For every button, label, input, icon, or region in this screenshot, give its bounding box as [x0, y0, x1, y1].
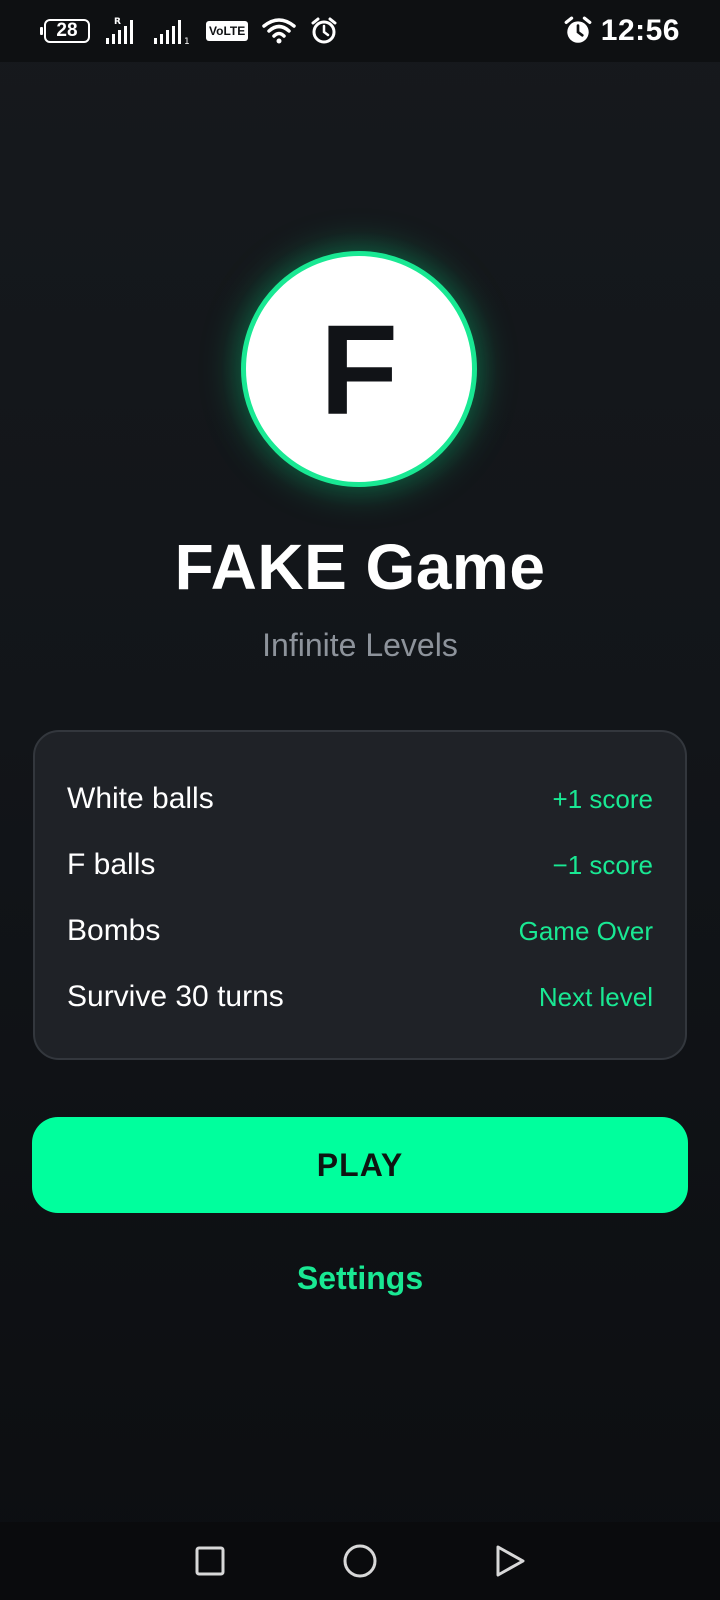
- status-left: 28 R 1 VoLTE: [40, 16, 338, 46]
- battery-icon: 28: [40, 19, 90, 43]
- alarm-icon: [564, 16, 592, 43]
- game-title: FAKE Game: [174, 531, 546, 603]
- status-bar: 28 R 1 VoLTE 12:56: [0, 0, 720, 62]
- battery-tip: [40, 27, 43, 35]
- rule-value: +1 score: [552, 783, 653, 814]
- home-circle-icon: [343, 1544, 377, 1578]
- rule-value: Game Over: [518, 915, 653, 946]
- rule-value: −1 score: [552, 849, 653, 880]
- signal-icon: 1: [154, 20, 190, 46]
- recents-button[interactable]: [135, 1522, 285, 1600]
- signal-icon: R: [106, 17, 133, 44]
- rule-row: Survive 30 turns Next level: [67, 964, 653, 1030]
- status-right: 12:56: [563, 14, 680, 48]
- alarm-icon: [311, 17, 337, 44]
- back-button[interactable]: [435, 1522, 585, 1600]
- settings-link[interactable]: Settings: [0, 1260, 720, 1297]
- rule-label: Bombs: [67, 914, 161, 947]
- logo-letter: F: [319, 299, 399, 442]
- play-button[interactable]: PLAY: [32, 1117, 688, 1213]
- volte-icon: VoLTE: [206, 21, 249, 41]
- recents-square-icon: [195, 1546, 225, 1576]
- game-home-screen: 28 R 1 VoLTE 12:56 F FAKE Game Infinite …: [0, 0, 720, 1600]
- wifi-icon: [262, 18, 296, 44]
- status-time: 12:56: [600, 14, 680, 47]
- game-subtitle: Infinite Levels: [262, 627, 458, 663]
- rule-label: F balls: [67, 848, 156, 881]
- rule-label: Survive 30 turns: [67, 980, 284, 1013]
- rule-row: F balls −1 score: [67, 832, 653, 898]
- rule-row: White balls +1 score: [67, 766, 653, 832]
- battery-level: 28: [44, 19, 90, 43]
- rule-value: Next level: [538, 981, 653, 1012]
- rule-label: White balls: [67, 782, 214, 815]
- rule-row: Bombs Game Over: [67, 898, 653, 964]
- navigation-bar: [0, 1522, 720, 1600]
- roaming-mark: R: [114, 17, 121, 27]
- back-triangle-icon: [496, 1545, 525, 1577]
- home-button[interactable]: [285, 1522, 435, 1600]
- app-logo: F: [241, 251, 477, 487]
- rules-card: White balls +1 score F balls −1 score Bo…: [33, 730, 687, 1060]
- sim-mark: 1: [184, 37, 190, 46]
